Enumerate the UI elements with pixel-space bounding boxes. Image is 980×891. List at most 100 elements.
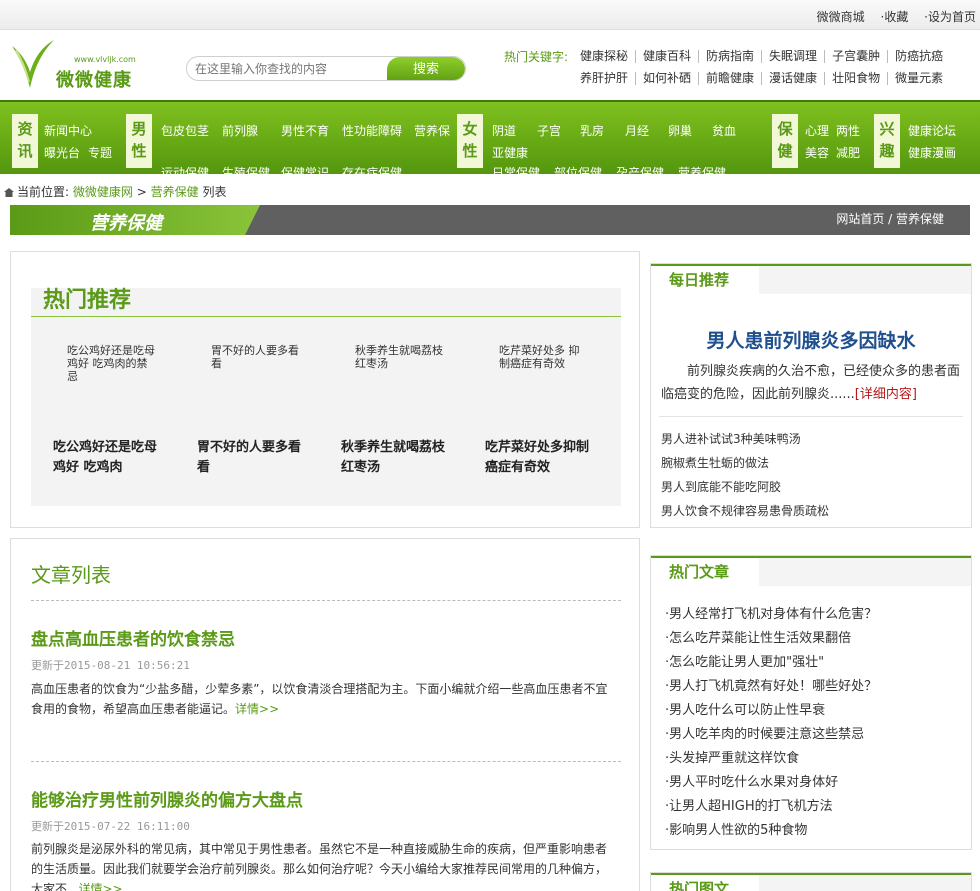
keyword-link[interactable]: 如何补硒 xyxy=(635,72,698,85)
nav-item[interactable]: 保健常识 xyxy=(281,164,329,174)
recommend-thumbnail[interactable]: 秋季养生就喝荔枝红枣汤 xyxy=(355,344,445,370)
hot-article-item[interactable]: ·男人经常打飞机对身体有什么危害？ xyxy=(665,603,877,622)
shop-link[interactable]: 微微商城 xyxy=(817,10,865,24)
breadcrumb-section[interactable]: 营养保健 xyxy=(151,185,199,199)
nav-item[interactable]: 前列腺 xyxy=(222,122,258,139)
daily-list-item[interactable]: 男人进补试试3种美味鸭汤 xyxy=(661,430,801,447)
leaf-logo-icon xyxy=(12,40,54,88)
box-header: 热门文章 xyxy=(651,556,971,588)
article-summary: 高血压患者的饮食为“少盐多醋，少荤多素”，以饮食清淡合理搭配为主。下面小编就介绍… xyxy=(31,679,611,719)
breadcrumb-home[interactable]: 微微健康网 xyxy=(73,185,133,199)
keyword-link[interactable]: 防癌抗癌 xyxy=(887,50,950,63)
hot-article-item[interactable]: ·怎么吃芹菜能让性生活效果翻倍 xyxy=(665,627,851,646)
nav-item[interactable]: 心理 xyxy=(805,122,829,139)
daily-headline[interactable]: 男人患前列腺炎多因缺水 xyxy=(651,326,971,353)
hot-images-tab: 热门图文 xyxy=(651,875,759,891)
hot-recommend-title: 热门推荐 xyxy=(43,288,132,313)
nav-item[interactable]: 卵巢 xyxy=(668,122,692,139)
hot-article-item[interactable]: ·头发掉严重就这样饮食 xyxy=(665,747,799,766)
search-box: 搜索 xyxy=(186,56,466,81)
nav-item[interactable]: 营养保健 xyxy=(414,122,450,139)
site-logo[interactable]: www.vlvljk.com 微微健康 xyxy=(10,38,150,91)
nav-item[interactable]: 曝光台 xyxy=(44,144,80,161)
nav-item[interactable]: 日常保健 xyxy=(492,164,540,174)
hot-article-item[interactable]: ·怎么吃能让男人更加"强壮" xyxy=(665,651,824,670)
hot-images-box: 热门图文 xyxy=(650,872,972,891)
recommend-thumbnail[interactable]: 吃公鸡好还是吃母鸡好 吃鸡肉的禁忌 xyxy=(67,344,157,383)
article-list-title: 文章列表 xyxy=(31,563,111,587)
recommend-thumbnail[interactable]: 胃不好的人要多看看 xyxy=(211,344,301,370)
keyword-link[interactable]: 前瞻健康 xyxy=(698,72,761,85)
keyword-link[interactable]: 壮阳食物 xyxy=(824,72,887,85)
nav-category-interest[interactable]: 兴趣 xyxy=(874,114,900,168)
recommend-caption[interactable]: 吃芹菜好处多抑制癌症有奇效 xyxy=(485,438,600,478)
divider xyxy=(31,316,621,317)
hot-article-item[interactable]: ·影响男人性欲的5种食物 xyxy=(665,819,807,838)
keyword-link[interactable]: 微量元素 xyxy=(887,72,950,85)
nav-category-health[interactable]: 保健 xyxy=(772,114,798,168)
nav-item[interactable]: 生殖保健 xyxy=(222,164,270,174)
daily-list-item[interactable]: 男人到底能不能吃阿胶 xyxy=(661,478,781,495)
nav-item[interactable]: 子宫 xyxy=(537,122,561,139)
nav-item[interactable]: 乳房 xyxy=(580,122,604,139)
hot-article-item[interactable]: ·让男人超HIGH的打飞机方法 xyxy=(665,795,833,814)
daily-list-item[interactable]: 男人饮食不规律容易患骨质疏松 xyxy=(661,502,829,519)
nav-item[interactable]: 减肥 xyxy=(836,144,860,161)
nav-item[interactable]: 营养保健 xyxy=(678,164,726,174)
nav-item[interactable]: 美容 xyxy=(805,144,829,161)
nav-item[interactable]: 亚健康 xyxy=(492,144,528,161)
article-title[interactable]: 能够治疗男性前列腺炎的偏方大盘点 xyxy=(31,786,303,811)
hot-article-item[interactable]: ·男人打飞机竟然有好处！哪些好处？ xyxy=(665,675,877,694)
nav-item[interactable]: 存在症保健 xyxy=(342,164,402,174)
hot-recommend-box: 热门推荐 吃公鸡好还是吃母鸡好 吃鸡肉的禁忌 胃不好的人要多看看 秋季养生就喝荔… xyxy=(10,251,640,528)
divider xyxy=(659,416,963,417)
top-links: 微微商城 ·收藏 ·设为首页 xyxy=(805,8,976,25)
banner-path[interactable]: 网站首页 / 营养保健 xyxy=(836,210,944,227)
search-button[interactable]: 搜索 xyxy=(387,57,465,80)
nav-item[interactable]: 运动保健 xyxy=(161,164,209,174)
nav-item[interactable]: 月经 xyxy=(625,122,649,139)
nav-item[interactable]: 新闻中心 xyxy=(44,122,92,139)
daily-list-item[interactable]: 腕椒煮生牡蛎的做法 xyxy=(661,454,769,471)
keyword-link[interactable]: 健康探秘 xyxy=(573,50,635,63)
nav-item[interactable]: 健康论坛 xyxy=(908,122,956,139)
nav-item[interactable]: 男性不育 xyxy=(281,122,329,139)
keyword-link[interactable]: 防病指南 xyxy=(698,50,761,63)
recommend-thumbnail[interactable]: 吃芹菜好处多 抑制癌症有奇效 xyxy=(499,344,589,370)
hot-article-item[interactable]: ·男人吃羊肉的时候要注意这些禁忌 xyxy=(665,723,864,742)
keyword-link[interactable]: 健康百科 xyxy=(635,50,698,63)
article-summary: 前列腺炎是泌尿外科的常见病，其中常见于男性患者。虽然它不是一种直接威胁生命的疾病… xyxy=(31,839,611,891)
nav-item[interactable]: 包皮包茎 xyxy=(161,122,209,139)
nav-item[interactable]: 阴道 xyxy=(492,122,516,139)
article-date: 更新于2015-07-22 16:11:00 xyxy=(31,820,190,833)
keyword-link[interactable]: 失眠调理 xyxy=(761,50,824,63)
read-more-link[interactable]: 详情>> xyxy=(235,702,279,716)
recommend-caption[interactable]: 秋季养生就喝荔枝红枣汤 xyxy=(341,438,456,478)
read-more-link[interactable]: 详情>> xyxy=(78,882,122,891)
hot-article-item[interactable]: ·男人吃什么可以防止性早衰 xyxy=(665,699,825,718)
detail-link[interactable]: [详细内容] xyxy=(855,387,917,402)
hot-article-item[interactable]: ·男人平时吃什么水果对身体好 xyxy=(665,771,838,790)
nav-category-male[interactable]: 男性 xyxy=(126,114,152,168)
keyword-link[interactable]: 养肝护肝 xyxy=(573,72,635,85)
nav-item[interactable]: 贫血 xyxy=(712,122,736,139)
recommend-caption[interactable]: 吃公鸡好还是吃母鸡好 吃鸡肉 xyxy=(53,438,168,478)
nav-item[interactable]: 性功能障碍 xyxy=(342,122,402,139)
nav-item[interactable]: 两性 xyxy=(836,122,860,139)
keyword-link[interactable]: 子宫囊肿 xyxy=(824,50,887,63)
nav-item[interactable]: 部位保健 xyxy=(554,164,602,174)
home-icon xyxy=(4,188,14,197)
nav-item[interactable]: 孕产保健 xyxy=(616,164,664,174)
search-input[interactable] xyxy=(195,60,395,78)
recommend-caption[interactable]: 胃不好的人要多看看 xyxy=(197,438,312,478)
set-homepage-link[interactable]: ·设为首页 xyxy=(924,10,976,24)
keyword-link[interactable]: 漫话健康 xyxy=(761,72,824,85)
article-title[interactable]: 盘点高血压患者的饮食禁忌 xyxy=(31,625,235,650)
nav-item[interactable]: 健康漫画 xyxy=(908,144,956,161)
nav-category-female[interactable]: 女性 xyxy=(457,114,483,168)
favorite-link[interactable]: ·收藏 xyxy=(881,10,909,24)
nav-category-news[interactable]: 资讯 xyxy=(12,114,38,168)
logo-name: 微微健康 xyxy=(56,70,132,91)
nav-item[interactable]: 专题 xyxy=(88,144,112,161)
chevron-right-icon: > xyxy=(136,185,151,199)
